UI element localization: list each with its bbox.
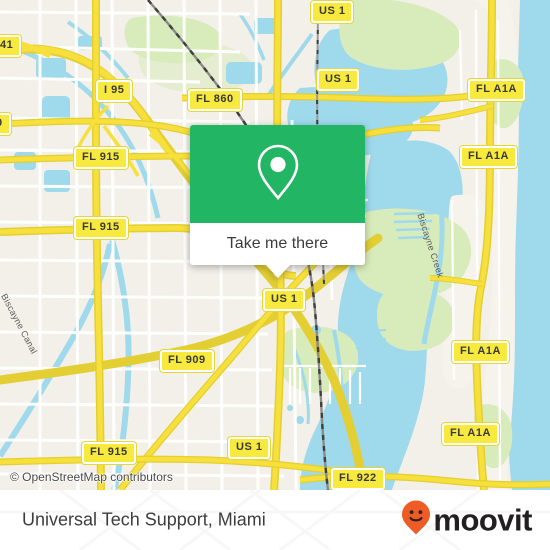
take-me-there-button[interactable]: Take me there bbox=[190, 223, 365, 265]
road-shield: FL 922 bbox=[330, 467, 386, 490]
road-shield: US 1 bbox=[226, 436, 272, 460]
moovit-wordmark: moovit bbox=[433, 502, 532, 538]
road-shield: US 1 bbox=[315, 68, 361, 92]
road-shield: I 95 bbox=[94, 79, 134, 103]
moovit-brand[interactable]: moovit bbox=[401, 500, 532, 541]
road-shield: FL A1A bbox=[467, 78, 526, 102]
road-shield: FL 915 bbox=[73, 146, 129, 170]
place-name: Universal Tech Support, Miami bbox=[22, 509, 266, 530]
popup-pointer-tail bbox=[264, 264, 291, 278]
osm-attribution[interactable]: © OpenStreetMap contributors bbox=[10, 470, 173, 484]
road-shield: FL 909 bbox=[159, 349, 215, 373]
road-shield: FL A1A bbox=[441, 422, 500, 446]
road-shield: FL A1A bbox=[451, 340, 510, 364]
road-shield: 41 bbox=[0, 34, 23, 58]
take-me-there-label: Take me there bbox=[226, 235, 329, 252]
road-shield: FL 915 bbox=[81, 441, 137, 465]
destination-popup[interactable]: Take me there bbox=[190, 125, 365, 278]
road-shield: 0 bbox=[0, 112, 12, 136]
map-pin-icon bbox=[255, 143, 301, 206]
bottom-info-bar: Universal Tech Support, Miami moovit bbox=[0, 490, 550, 550]
road-shield: FL 860 bbox=[187, 88, 243, 112]
road-shield: US 1 bbox=[261, 288, 307, 312]
road-shield: US 1 bbox=[309, 0, 355, 24]
road-shield: FL A1A bbox=[459, 145, 518, 169]
popup-header bbox=[190, 125, 365, 223]
moovit-pin-smile-icon bbox=[401, 500, 431, 541]
road-shield: FL 915 bbox=[73, 216, 129, 240]
moovit-map-screenshot: Biscayne Canal Biscayne Creek 41 0 I 95 … bbox=[0, 0, 550, 550]
